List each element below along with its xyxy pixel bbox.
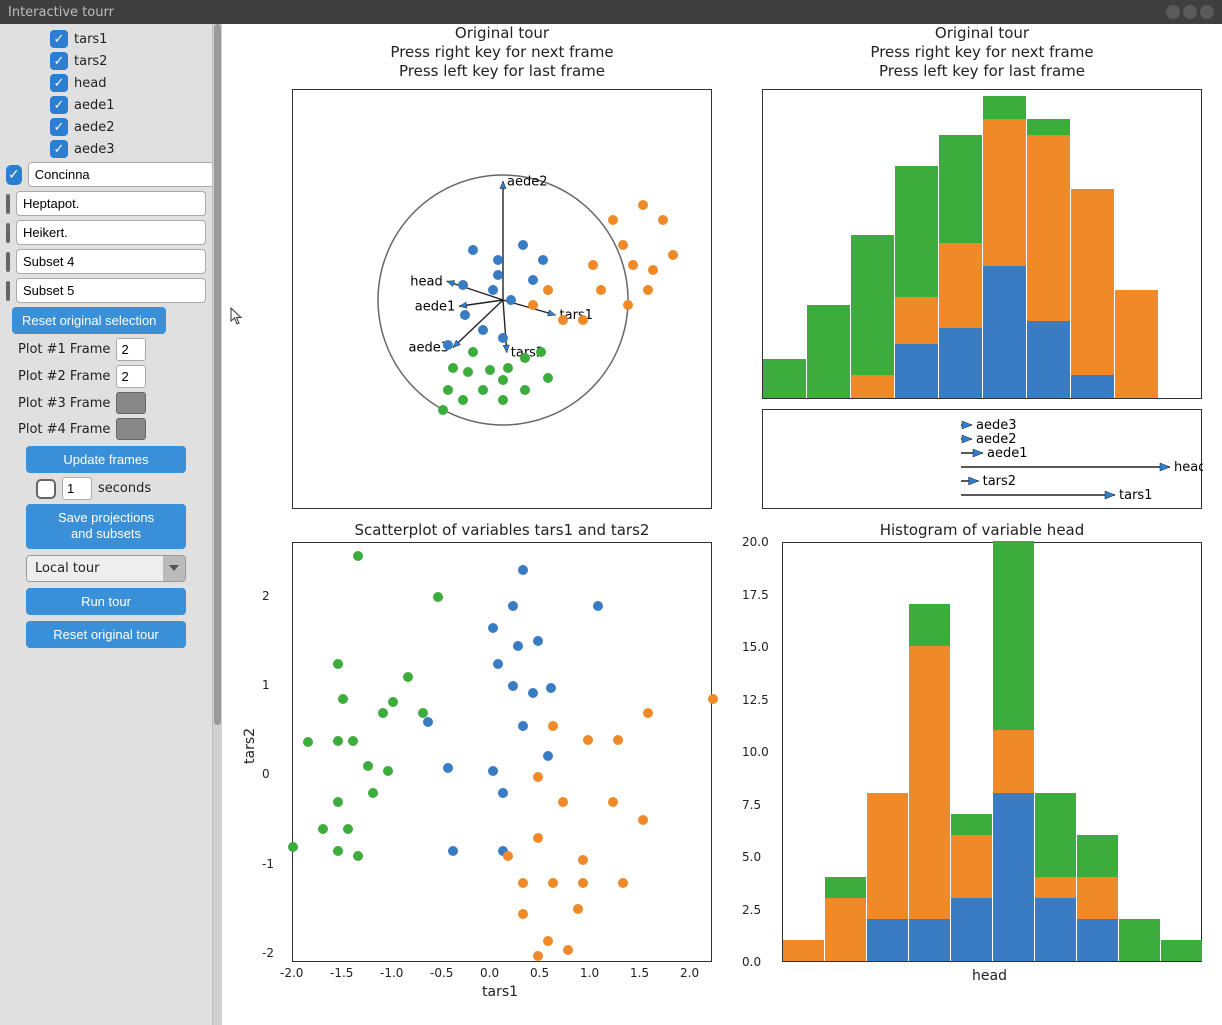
frame-row-4: Plot #4 Frame [6,418,206,440]
plot3-title: Scatterplot of variables tars1 and tars2 [292,521,712,540]
scrollbar-thumb[interactable] [214,24,221,725]
frame-label: Plot #3 Frame [18,396,110,411]
tour-type-select[interactable]: Local tour [26,555,186,582]
tour-type-value: Local tour [27,556,163,581]
svg-text:aede1: aede1 [987,446,1028,461]
svg-text:aede2: aede2 [976,432,1017,447]
chevron-down-icon [163,556,185,581]
subset-checkbox-subset5[interactable] [6,281,10,301]
var-checkbox-aede3[interactable] [50,140,68,158]
var-label: aede2 [74,120,115,135]
subset-input-subset4[interactable] [16,249,206,274]
var-checkbox-tars1[interactable] [50,30,68,48]
plot4-xlabel: head [972,968,1007,984]
frame-row-1: Plot #1 Frame [6,338,206,361]
var-row-head: head [6,74,206,92]
svg-text:aede1: aede1 [415,299,456,314]
maximize-button[interactable] [1183,5,1197,19]
subset-checkbox-concinna[interactable] [6,165,22,185]
var-label: tars2 [74,54,107,69]
window-title: Interactive tourr [8,5,1166,20]
plot3-scatter[interactable] [292,542,712,962]
frame-label: Plot #4 Frame [18,422,110,437]
subset-checkbox-heikert[interactable] [6,223,10,243]
sidebar-scrollbar[interactable] [212,24,222,1025]
plot2-title: Original tour Press right key for next f… [762,24,1202,80]
plot3-xlabel: tars1 [482,984,518,1000]
frame-label: Plot #1 Frame [18,342,110,357]
subset-input-subset5[interactable] [16,278,206,303]
frame-label: Plot #2 Frame [18,369,110,384]
frame-row-3: Plot #3 Frame [6,392,206,414]
var-row-aede1: aede1 [6,96,206,114]
var-row-aede3: aede3 [6,140,206,158]
titlebar: Interactive tourr [0,0,1222,24]
frame-input-2[interactable] [116,365,146,388]
subset-checkbox-subset4[interactable] [6,252,10,272]
subset-row-heptapot [6,191,206,216]
seconds-input[interactable] [62,477,92,500]
svg-text:aede2: aede2 [507,174,548,189]
var-label: tars1 [74,32,107,47]
plot1-tour-biplot[interactable]: tars1tars2headaede1aede2aede3 [292,89,712,509]
subset-row-heikert [6,220,206,245]
subset-input-concinna[interactable] [28,162,212,187]
plot4-hist[interactable] [782,542,1202,962]
subset-input-heptapot[interactable] [16,191,206,216]
reset-selection-button[interactable]: Reset original selection [12,307,166,334]
subset-input-heikert[interactable] [16,220,206,245]
svg-text:aede3: aede3 [409,341,450,356]
save-projections-button[interactable]: Save projections and subsets [26,504,186,549]
var-label: head [74,76,106,91]
frame-row-2: Plot #2 Frame [6,365,206,388]
minimize-button[interactable] [1166,5,1180,19]
svg-text:tars2: tars2 [983,474,1016,489]
subset-row-subset5 [6,278,206,303]
plot2b-tour-axes[interactable]: aede3aede2aede1 head tars2 tars1 [762,409,1202,509]
svg-text:head: head [1174,460,1203,475]
var-label: aede3 [74,142,115,157]
frame-input-1[interactable] [116,338,146,361]
window-controls [1166,5,1214,19]
close-button[interactable] [1200,5,1214,19]
subset-checkbox-heptapot[interactable] [6,194,10,214]
var-row-tars1: tars1 [6,30,206,48]
seconds-row: seconds [6,477,206,500]
seconds-label: seconds [98,481,151,496]
svg-text:tars1: tars1 [1119,488,1152,503]
subset-row-subset4 [6,249,206,274]
run-tour-button[interactable]: Run tour [26,588,186,615]
frame-input-3 [116,392,146,414]
sidebar: tars1 tars2 head aede1 aede2 aede3 [0,24,212,1025]
var-row-aede2: aede2 [6,118,206,136]
plot4-title: Histogram of variable head [762,521,1202,540]
seconds-checkbox[interactable] [36,479,56,499]
var-label: aede1 [74,98,115,113]
cursor-icon [230,307,244,325]
subset-row-concinna [6,162,206,187]
svg-text:head: head [410,274,442,289]
reset-tour-button[interactable]: Reset original tour [26,621,186,648]
var-row-tars2: tars2 [6,52,206,70]
plot-area: Original tour Press right key for next f… [222,24,1222,1025]
svg-text:aede3: aede3 [976,418,1017,433]
var-checkbox-tars2[interactable] [50,52,68,70]
var-checkbox-aede1[interactable] [50,96,68,114]
update-frames-button[interactable]: Update frames [26,446,186,473]
plot3-ylabel: tars2 [242,728,258,764]
plot2-tour-hist[interactable] [762,89,1202,399]
var-checkbox-head[interactable] [50,74,68,92]
frame-input-4 [116,418,146,440]
var-checkbox-aede2[interactable] [50,118,68,136]
plot1-title: Original tour Press right key for next f… [292,24,712,80]
